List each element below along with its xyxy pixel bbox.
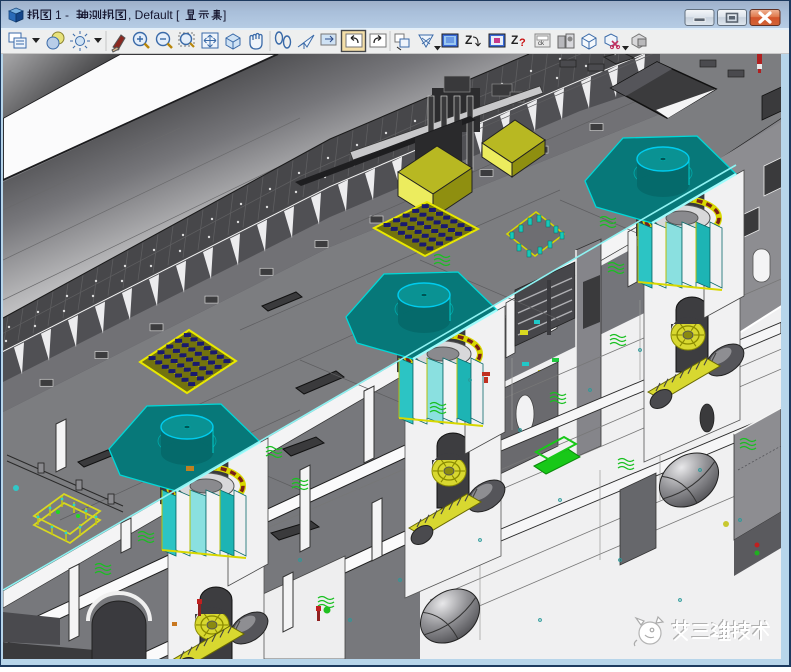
svg-text:Z: Z [465, 33, 472, 47]
svg-text:ck: ck [538, 41, 545, 47]
svg-text:Z: Z [511, 33, 518, 47]
svg-text:1 -: 1 - [55, 8, 69, 22]
svg-text:, Default [: , Default [ [128, 8, 180, 22]
svg-text:]: ] [223, 8, 226, 22]
svg-text:?: ? [519, 37, 526, 49]
